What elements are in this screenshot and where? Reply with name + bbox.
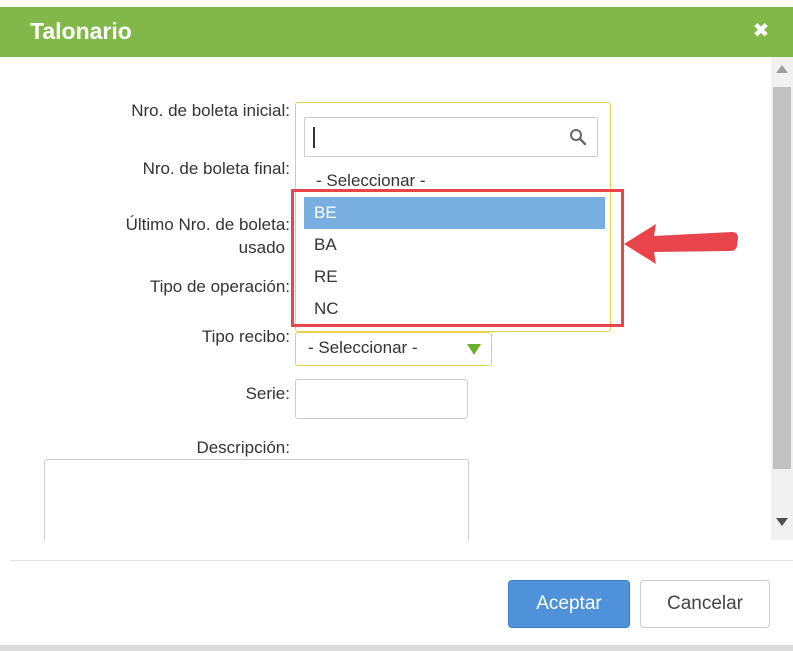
ultimo-nro-boleta-label: Último Nro. de boleta: [125, 215, 290, 234]
close-icon[interactable]: ✖ [751, 21, 771, 41]
scroll-up-arrow-icon[interactable] [776, 65, 788, 73]
scroll-thumb[interactable] [773, 87, 791, 469]
dialog-title-bar: Talonario ✖ [0, 7, 793, 57]
dialog-scrollbar[interactable] [771, 57, 793, 540]
serie-input[interactable] [295, 379, 468, 419]
nro-boleta-final-label: Nro. de boleta final: [142, 159, 290, 178]
dialog-title: Talonario [30, 18, 132, 44]
accept-button[interactable]: Aceptar [508, 580, 630, 628]
tipo-operacion-label: Tipo de operación: [149, 277, 290, 296]
descripcion-label: Descripción: [196, 438, 290, 457]
descripcion-textarea[interactable] [44, 459, 469, 540]
search-icon [570, 129, 587, 146]
annotation-highlight-box [291, 189, 624, 327]
nro-boleta-inicial-label: Nro. de boleta inicial: [131, 101, 290, 120]
footer-divider [10, 560, 793, 561]
ultimo-nro-boleta-label-usado: usado [238, 238, 285, 257]
tipo-recibo-selected-value: - Seleccionar - [308, 338, 418, 357]
text-caret [313, 127, 315, 148]
cancel-button[interactable]: Cancelar [640, 580, 770, 628]
annotation-arrow-icon [624, 224, 738, 264]
window-bottom-edge [0, 645, 793, 651]
tipo-recibo-label: Tipo recibo: [201, 327, 290, 346]
scroll-down-arrow-icon[interactable] [776, 518, 788, 526]
chevron-down-icon [467, 344, 481, 355]
serie-label: Serie: [245, 384, 290, 403]
tipo-recibo-select[interactable]: - Seleccionar - [295, 332, 492, 366]
talonario-dialog: Talonario ✖ Nro. de boleta inicial: Nro.… [0, 0, 793, 651]
dropdown-search-input[interactable] [304, 117, 598, 157]
